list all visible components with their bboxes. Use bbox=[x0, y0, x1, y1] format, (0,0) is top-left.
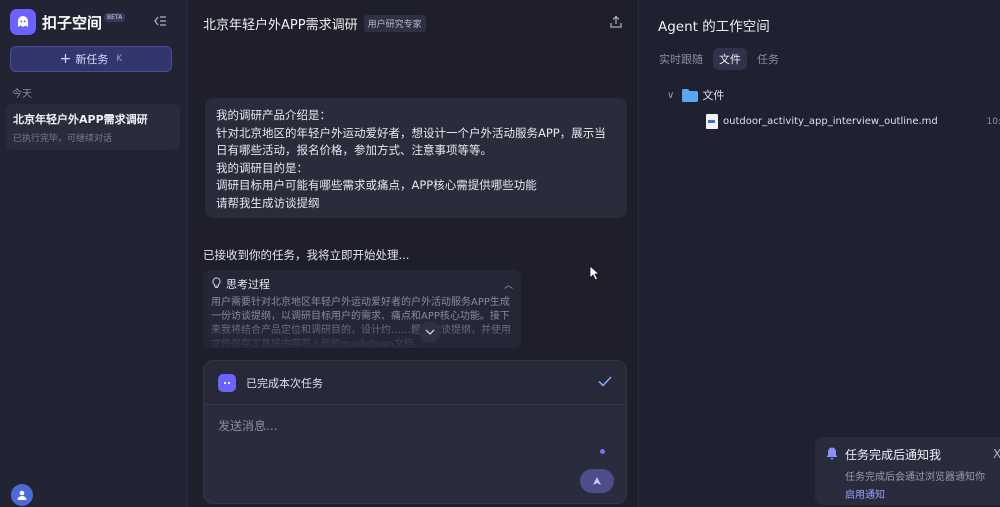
section-today: 今天 bbox=[12, 89, 32, 100]
status-dot bbox=[600, 449, 605, 454]
file-row[interactable]: outdoor_activity_app_interview_outline.m… bbox=[706, 114, 1000, 129]
share-icon[interactable] bbox=[609, 15, 623, 29]
file-time: 10: bbox=[986, 116, 1000, 127]
page-title: 北京年轻户外APP需求调研 bbox=[203, 18, 358, 33]
collapse-sidebar-icon[interactable] bbox=[153, 14, 167, 28]
file-name: outdoor_activity_app_interview_outline.m… bbox=[723, 116, 938, 127]
agent-reply: 已接收到你的任务，我将立即开始处理... bbox=[203, 248, 410, 262]
new-task-label: 新任务 bbox=[75, 53, 109, 66]
workspace-title: Agent 的工作空间 bbox=[658, 19, 770, 35]
task-status: 已完成本次任务 bbox=[246, 376, 323, 390]
chevron-down-icon[interactable]: ∨ bbox=[667, 90, 674, 101]
bulb-icon bbox=[211, 276, 222, 292]
notification-desc: 任务完成后会通过浏览器通知你 bbox=[845, 472, 985, 483]
tab-tasks[interactable]: 任务 bbox=[751, 48, 785, 70]
expert-tag: 用户研究专家 bbox=[363, 15, 426, 32]
enable-notification-link[interactable]: 启用通知 bbox=[845, 486, 995, 501]
folder-name: 文件 bbox=[702, 89, 725, 102]
tab-files[interactable]: 文件 bbox=[713, 48, 747, 70]
user-message-line: 我的调研产品介绍是： bbox=[216, 108, 331, 122]
mouse-cursor-icon bbox=[589, 265, 601, 284]
avatar[interactable] bbox=[11, 484, 33, 506]
message-input[interactable] bbox=[218, 419, 598, 433]
folder-icon bbox=[682, 88, 699, 102]
user-message: 我的调研产品介绍是： 针对北京地区的年轻户外运动爱好者，想设计一个户外活动服务A… bbox=[205, 98, 627, 218]
send-button[interactable] bbox=[580, 469, 614, 493]
chevron-up-icon[interactable]: ︿ bbox=[504, 278, 513, 291]
composer: 已完成本次任务 bbox=[203, 360, 627, 504]
thinking-header[interactable]: 思考过程 ︿ bbox=[211, 276, 513, 292]
notification-title: 任务完成后通知我 bbox=[845, 448, 942, 462]
sidebar: 扣子空间 BETA + 新任务 K 今天 北京年轻户外APP需求调研 已执行完毕… bbox=[0, 0, 188, 507]
chat-panel: 北京年轻户外APP需求调研 用户研究专家 我的调研产品介绍是： 针对北京地区的年… bbox=[189, 0, 637, 507]
notification-header: 任务完成后通知我 bbox=[825, 446, 995, 463]
chevron-down-icon[interactable] bbox=[419, 321, 441, 343]
notification-card: 任务完成后通知我 X 任务完成后会通过浏览器通知你 启用通知 bbox=[815, 437, 1000, 505]
user-message-line: 针对北京地区的年轻户外运动爱好者，想设计一个户外活动服务APP，展示当日有哪些活… bbox=[216, 125, 606, 158]
user-message-line: 我的调研目的是： bbox=[216, 160, 308, 175]
history-item[interactable]: 北京年轻户外APP需求调研 已执行完毕，可继续对话 bbox=[6, 104, 180, 150]
close-icon[interactable]: X bbox=[993, 447, 1000, 461]
check-icon bbox=[598, 375, 612, 390]
thinking-panel[interactable]: 思考过程 ︿ 用户需要针对北京地区年轻户外运动爱好者的户外活动服务APP生成一份… bbox=[203, 270, 521, 348]
brand-name: 扣子空间 bbox=[42, 13, 103, 32]
plus-icon: + bbox=[59, 51, 72, 67]
beta-badge: BETA bbox=[104, 12, 126, 22]
workspace-panel: Agent 的工作空间 实时跟随 文件 任务 ∨ 文件 outdoor_acti… bbox=[638, 0, 1000, 507]
brand[interactable]: 扣子空间 BETA bbox=[10, 9, 126, 35]
markdown-file-icon bbox=[706, 114, 718, 129]
shortcut-hint: K bbox=[116, 54, 123, 64]
coze-logo-icon bbox=[10, 9, 36, 35]
bot-icon bbox=[218, 373, 236, 392]
thinking-title: 思考过程 bbox=[226, 278, 270, 291]
history-item-subtitle: 已执行完毕，可继续对话 bbox=[13, 134, 113, 144]
chat-header: 北京年轻户外APP需求调研 用户研究专家 bbox=[203, 14, 426, 33]
tab-live-follow[interactable]: 实时跟随 bbox=[653, 48, 709, 70]
user-message-line: 调研目标用户可能有哪些需求或痛点，APP核心需提供哪些功能 bbox=[216, 178, 537, 192]
new-task-button[interactable]: + 新任务 K bbox=[10, 46, 172, 72]
task-status-row: 已完成本次任务 bbox=[204, 361, 626, 405]
bell-icon bbox=[825, 446, 839, 463]
workspace-tabs: 实时跟随 文件 任务 bbox=[653, 48, 789, 70]
history-item-title: 北京年轻户外APP需求调研 bbox=[13, 113, 148, 126]
user-message-line: 请帮我生成访谈提纲 bbox=[216, 195, 320, 210]
thinking-fade bbox=[203, 318, 521, 348]
folder-row[interactable]: ∨ 文件 bbox=[667, 87, 724, 103]
